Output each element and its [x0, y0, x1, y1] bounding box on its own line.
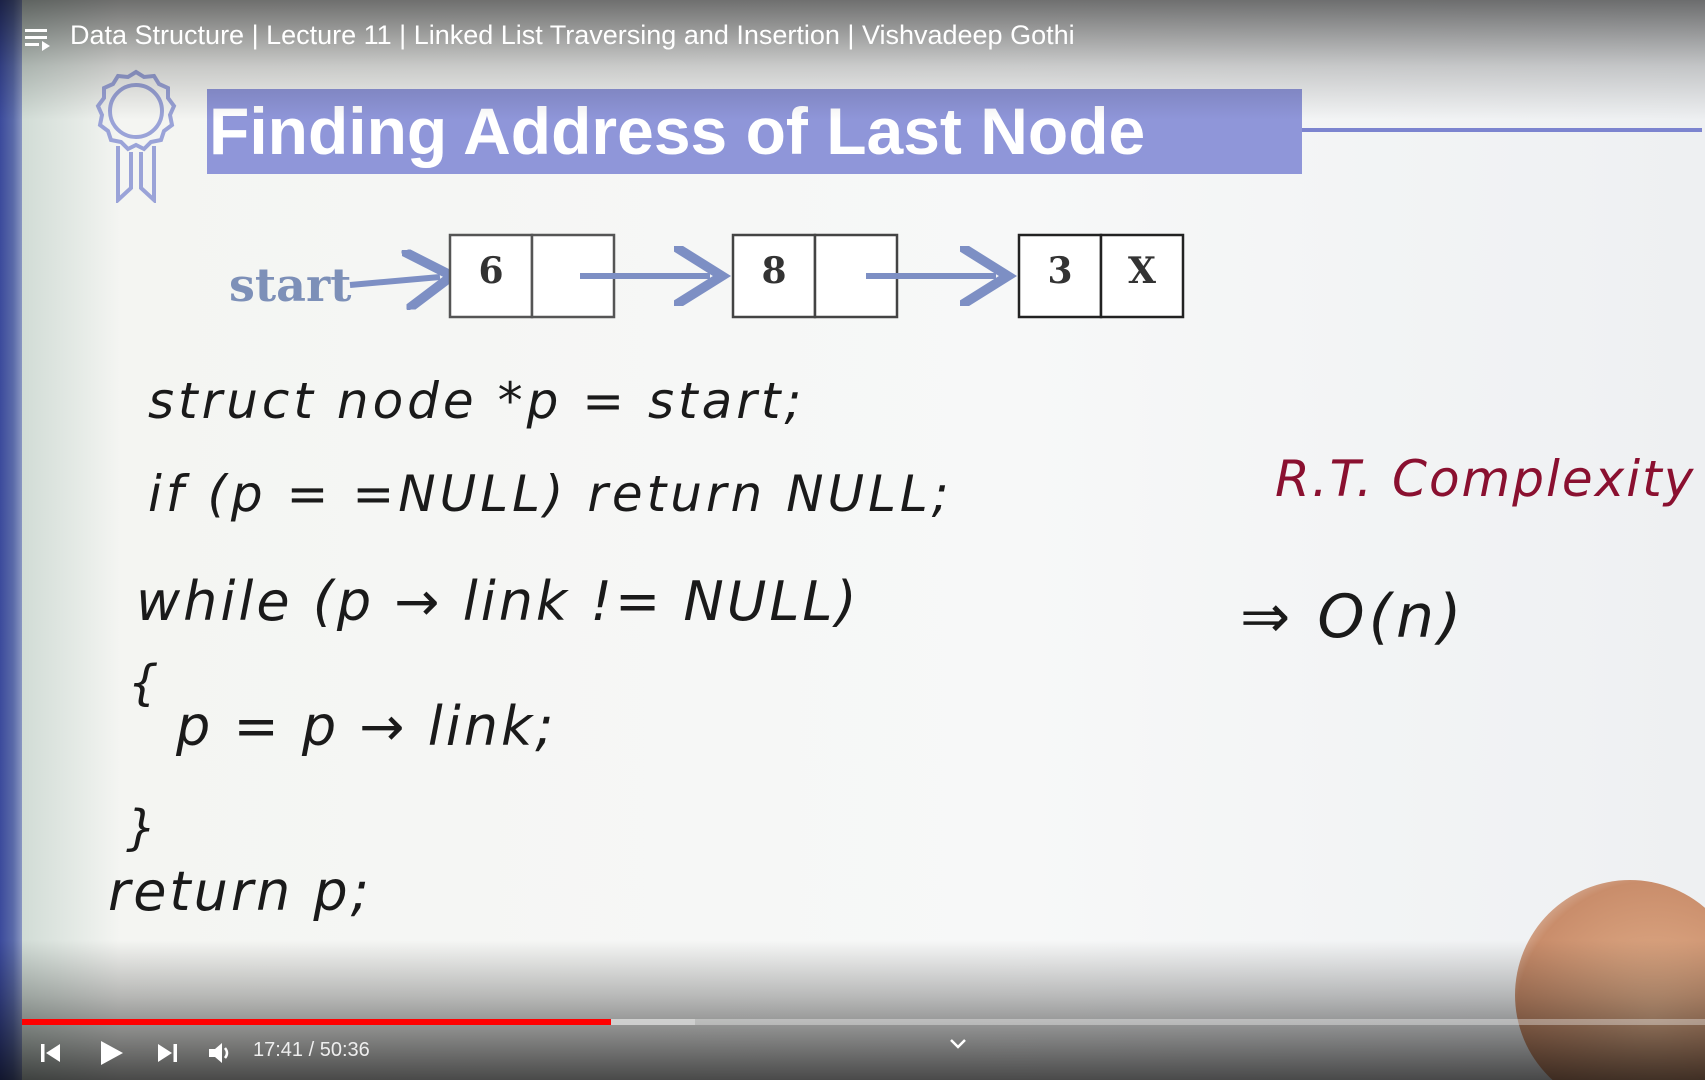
progress-bar[interactable]	[22, 1019, 1705, 1025]
next-icon[interactable]	[154, 1040, 180, 1066]
progress-played	[22, 1019, 611, 1025]
complexity-value: ⇒ O(n)	[1240, 582, 1466, 652]
code-line-1: struct node *p = start;	[148, 372, 806, 430]
previous-icon[interactable]	[38, 1040, 64, 1066]
time-display: 17:41 / 50:36	[253, 1039, 370, 1061]
code-line-5: p = p → link;	[176, 695, 557, 758]
player-top-bar: Data Structure | Lecture 11 | Linked Lis…	[0, 0, 1705, 70]
node-2-value: 8	[761, 250, 787, 292]
heading-rule	[1302, 128, 1702, 132]
slide-left-band	[0, 0, 22, 1080]
playlist-icon[interactable]	[24, 25, 52, 53]
code-line-3: while (p → link != NULL)	[136, 570, 860, 633]
volume-icon[interactable]	[206, 1040, 234, 1066]
node-3-value: 3	[1047, 250, 1073, 292]
start-label: start	[229, 258, 352, 312]
code-line-7: return p;	[108, 860, 372, 923]
node-1-value: 6	[478, 250, 504, 292]
node-3-next: X	[1128, 250, 1156, 292]
video-frame[interactable]: Finding Address of Last Node start 6 8 3…	[0, 0, 1705, 1080]
code-line-4: {	[128, 655, 159, 711]
code-line-2: if (p = =NULL) return NULL;	[148, 465, 953, 523]
chevron-down-icon[interactable]	[948, 1036, 968, 1052]
video-title[interactable]: Data Structure | Lecture 11 | Linked Lis…	[70, 20, 1075, 51]
code-line-6: }	[126, 800, 157, 856]
play-icon[interactable]	[96, 1038, 126, 1068]
complexity-label: R.T. Complexity	[1275, 450, 1696, 508]
start-arrow	[349, 277, 440, 285]
